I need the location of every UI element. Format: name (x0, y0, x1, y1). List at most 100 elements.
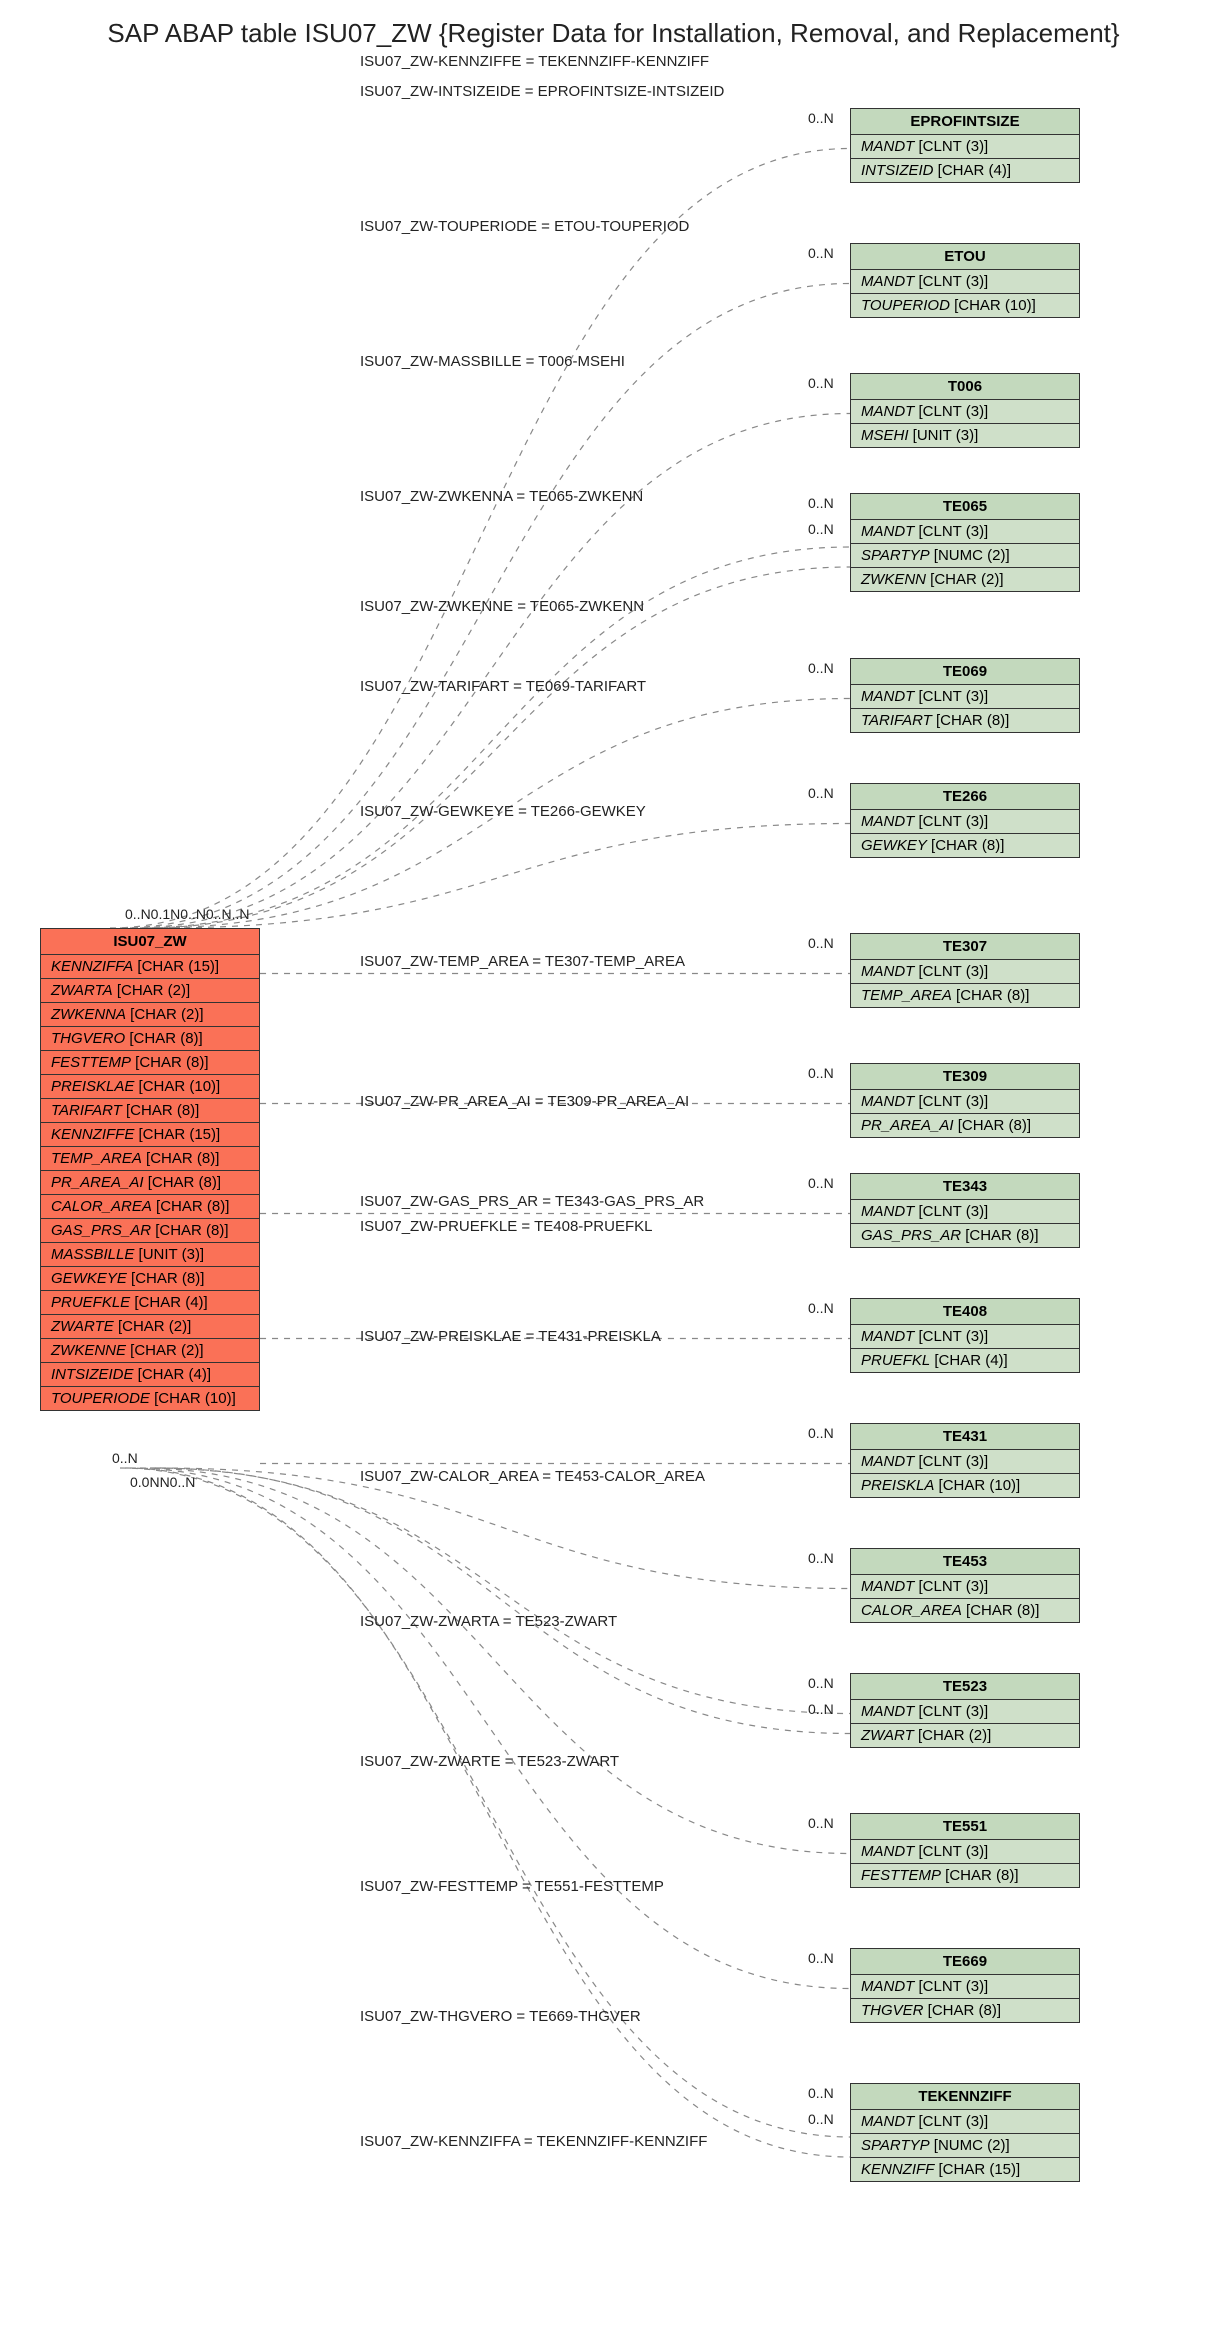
entity-te343: TE343MANDT [CLNT (3)]GAS_PRS_AR [CHAR (8… (850, 1173, 1080, 1248)
cardinality-label: 0..N (808, 1815, 834, 1831)
field-row: PRUEFKL [CHAR (4)] (851, 1349, 1079, 1372)
edge-label: ISU07_ZW-PREISKLAE = TE431-PREISKLA (360, 1328, 661, 1345)
field-row: ZWKENNA [CHAR (2)] (41, 1003, 259, 1027)
field-row: PR_AREA_AI [CHAR (8)] (41, 1171, 259, 1195)
cardinality-label: 0..N (808, 2111, 834, 2127)
entity-te523: TE523MANDT [CLNT (3)]ZWART [CHAR (2)] (850, 1673, 1080, 1748)
edge-label: ISU07_ZW-ZWARTA = TE523-ZWART (360, 1613, 617, 1630)
cardinality-label: 0..N (808, 935, 834, 951)
entity-te453: TE453MANDT [CLNT (3)]CALOR_AREA [CHAR (8… (850, 1548, 1080, 1623)
field-row: TEMP_AREA [CHAR (8)] (41, 1147, 259, 1171)
field-row: THGVERO [CHAR (8)] (41, 1027, 259, 1051)
entity-header: ISU07_ZW (41, 929, 259, 955)
entity-tekennziff: TEKENNZIFFMANDT [CLNT (3)]SPARTYP [NUMC … (850, 2083, 1080, 2182)
entity-te266: TE266MANDT [CLNT (3)]GEWKEY [CHAR (8)] (850, 783, 1080, 858)
cardinality-label: 0..N (808, 495, 834, 511)
cardinality-label: 0..N (808, 521, 834, 537)
entity-header: TE408 (851, 1299, 1079, 1325)
entity-header: EPROFINTSIZE (851, 109, 1079, 135)
field-row: FESTTEMP [CHAR (8)] (851, 1864, 1079, 1887)
field-row: MANDT [CLNT (3)] (851, 960, 1079, 984)
entity-header: ETOU (851, 244, 1079, 270)
entity-te669: TE669MANDT [CLNT (3)]THGVER [CHAR (8)] (850, 1948, 1080, 2023)
field-row: CALOR_AREA [CHAR (8)] (851, 1599, 1079, 1622)
entity-header: TE266 (851, 784, 1079, 810)
field-row: ZWKENNE [CHAR (2)] (41, 1339, 259, 1363)
field-row: ZWARTA [CHAR (2)] (41, 979, 259, 1003)
field-row: MANDT [CLNT (3)] (851, 685, 1079, 709)
field-row: INTSIZEIDE [CHAR (4)] (41, 1363, 259, 1387)
cardinality-label: 0..N (808, 1550, 834, 1566)
field-row: KENNZIFFA [CHAR (15)] (41, 955, 259, 979)
entity-header: TE669 (851, 1949, 1079, 1975)
cardinality-label: 0..N (808, 245, 834, 261)
edge-label: ISU07_ZW-MASSBILLE = T006-MSEHI (360, 353, 625, 370)
diagram-canvas: ISU07_ZWKENNZIFFA [CHAR (15)]ZWARTA [CHA… (0, 53, 1227, 2333)
field-row: ZWART [CHAR (2)] (851, 1724, 1079, 1747)
entity-te309: TE309MANDT [CLNT (3)]PR_AREA_AI [CHAR (8… (850, 1063, 1080, 1138)
field-row: MSEHI [UNIT (3)] (851, 424, 1079, 447)
field-row: MANDT [CLNT (3)] (851, 1450, 1079, 1474)
field-row: MANDT [CLNT (3)] (851, 135, 1079, 159)
cardinality-label: 0..N (808, 660, 834, 676)
entity-header: TE065 (851, 494, 1079, 520)
edge-label: ISU07_ZW-GAS_PRS_AR = TE343-GAS_PRS_AR (360, 1193, 704, 1210)
entity-te408: TE408MANDT [CLNT (3)]PRUEFKL [CHAR (4)] (850, 1298, 1080, 1373)
entity-header: TE523 (851, 1674, 1079, 1700)
field-row: MANDT [CLNT (3)] (851, 1700, 1079, 1724)
cardinality-label: 0..N (808, 375, 834, 391)
field-row: CALOR_AREA [CHAR (8)] (41, 1195, 259, 1219)
edge-label: ISU07_ZW-GEWKEYE = TE266-GEWKEY (360, 803, 646, 820)
edge-label: ISU07_ZW-THGVERO = TE669-THGVER (360, 2008, 641, 2025)
page-title: SAP ABAP table ISU07_ZW {Register Data f… (0, 0, 1227, 53)
edge-label: ISU07_ZW-INTSIZEIDE = EPROFINTSIZE-INTSI… (360, 83, 724, 100)
entity-t006: T006MANDT [CLNT (3)]MSEHI [UNIT (3)] (850, 373, 1080, 448)
entity-header: TE431 (851, 1424, 1079, 1450)
field-row: FESTTEMP [CHAR (8)] (41, 1051, 259, 1075)
entity-header: TE343 (851, 1174, 1079, 1200)
field-row: MANDT [CLNT (3)] (851, 1090, 1079, 1114)
cardinality-label: 0..N (112, 1450, 138, 1466)
field-row: TOUPERIODE [CHAR (10)] (41, 1387, 259, 1410)
edge-label: ISU07_ZW-FESTTEMP = TE551-FESTTEMP (360, 1878, 664, 1895)
entity-te069: TE069MANDT [CLNT (3)]TARIFART [CHAR (8)] (850, 658, 1080, 733)
edge-label: ISU07_ZW-ZWKENNA = TE065-ZWKENN (360, 488, 643, 505)
field-row: MANDT [CLNT (3)] (851, 1200, 1079, 1224)
cardinality-label: 0..N (808, 110, 834, 126)
field-row: TEMP_AREA [CHAR (8)] (851, 984, 1079, 1007)
field-row: MANDT [CLNT (3)] (851, 2110, 1079, 2134)
field-row: MANDT [CLNT (3)] (851, 520, 1079, 544)
edge-label: ISU07_ZW-CALOR_AREA = TE453-CALOR_AREA (360, 1468, 705, 1485)
field-row: THGVER [CHAR (8)] (851, 1999, 1079, 2022)
field-row: MANDT [CLNT (3)] (851, 400, 1079, 424)
edge-label: ISU07_ZW-KENNZIFFE = TEKENNZIFF-KENNZIFF (360, 53, 709, 70)
field-row: PREISKLA [CHAR (10)] (851, 1474, 1079, 1497)
entity-header: TE069 (851, 659, 1079, 685)
field-row: MANDT [CLNT (3)] (851, 270, 1079, 294)
cardinality-label: 0..N (808, 1701, 834, 1717)
field-row: TARIFART [CHAR (8)] (851, 709, 1079, 732)
entity-etou: ETOUMANDT [CLNT (3)]TOUPERIOD [CHAR (10)… (850, 243, 1080, 318)
field-row: GEWKEYE [CHAR (8)] (41, 1267, 259, 1291)
edge-label: ISU07_ZW-TOUPERIODE = ETOU-TOUPERIOD (360, 218, 689, 235)
edge-label: ISU07_ZW-KENNZIFFA = TEKENNZIFF-KENNZIFF (360, 2133, 707, 2150)
cardinality-label: 0..N0.1N0..N0..N..N (125, 906, 250, 922)
field-row: MANDT [CLNT (3)] (851, 1975, 1079, 1999)
edge-label: ISU07_ZW-TEMP_AREA = TE307-TEMP_AREA (360, 953, 685, 970)
field-row: MANDT [CLNT (3)] (851, 1575, 1079, 1599)
field-row: ZWKENN [CHAR (2)] (851, 568, 1079, 591)
field-row: SPARTYP [NUMC (2)] (851, 2134, 1079, 2158)
field-row: KENNZIFF [CHAR (15)] (851, 2158, 1079, 2181)
entity-te065: TE065MANDT [CLNT (3)]SPARTYP [NUMC (2)]Z… (850, 493, 1080, 592)
field-row: TARIFART [CHAR (8)] (41, 1099, 259, 1123)
field-row: SPARTYP [NUMC (2)] (851, 544, 1079, 568)
cardinality-label: 0..N (808, 1675, 834, 1691)
cardinality-label: 0.0NN0..N (130, 1474, 195, 1490)
field-row: INTSIZEID [CHAR (4)] (851, 159, 1079, 182)
edge-label: ISU07_ZW-ZWKENNE = TE065-ZWKENN (360, 598, 644, 615)
field-row: KENNZIFFE [CHAR (15)] (41, 1123, 259, 1147)
cardinality-label: 0..N (808, 1175, 834, 1191)
edge-label: ISU07_ZW-ZWARTE = TE523-ZWART (360, 1753, 619, 1770)
field-row: GAS_PRS_AR [CHAR (8)] (41, 1219, 259, 1243)
field-row: MANDT [CLNT (3)] (851, 1325, 1079, 1349)
